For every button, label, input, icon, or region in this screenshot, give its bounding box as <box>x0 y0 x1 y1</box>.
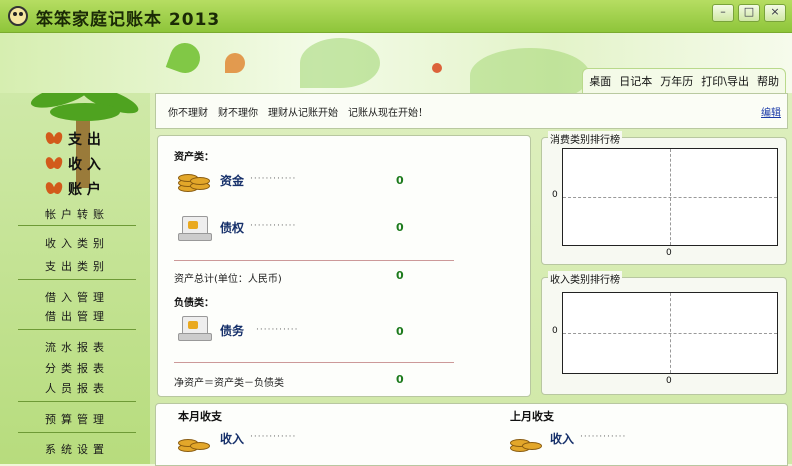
nav-divider <box>18 279 136 280</box>
nav-income[interactable]: 收 入 <box>46 154 142 174</box>
edit-link[interactable]: 编辑 <box>761 104 781 119</box>
nav-expense[interactable]: 支 出 <box>46 129 142 149</box>
monthly-summary-panel: 本月收支 收入 ············ 上月收支 收入 ···········… <box>155 403 788 466</box>
income-x-tick: 0 <box>666 376 672 386</box>
main-content: 你不理财 财不理你 理财从记账开始 记账从现在开始！ 编辑 资产类： 资金 ··… <box>155 93 788 466</box>
this-month-dots: ············ <box>250 432 297 442</box>
nav-account-transfer[interactable]: 帐户转账 <box>18 206 136 222</box>
nav-account[interactable]: 账 户 <box>46 179 142 199</box>
debts-dots: ··········· <box>256 325 299 335</box>
nav-divider <box>18 401 136 402</box>
divider-line <box>174 260 454 261</box>
window-title: 笨笨家庭记账本 2013 <box>36 10 221 30</box>
income-ranking-title: 收入类别排行榜 <box>548 271 622 286</box>
nav-member-report[interactable]: 人员报表 <box>18 380 136 396</box>
receivables-dots: ············ <box>250 221 297 231</box>
last-month-dots: ············ <box>580 432 627 442</box>
nav-divider <box>18 432 136 433</box>
maximize-button[interactable]: □ <box>738 4 760 22</box>
funds-dots: ············ <box>250 174 297 184</box>
notice-bar: 你不理财 财不理你 理财从记账开始 记账从现在开始！ 编辑 <box>155 93 788 129</box>
nav-lend-out[interactable]: 借出管理 <box>18 308 136 324</box>
nav-divider <box>18 225 136 226</box>
last-month-title: 上月收支 <box>510 410 554 423</box>
nav-income-category[interactable]: 收入类别 <box>18 235 136 251</box>
butterfly-icon <box>46 182 62 196</box>
minimize-button[interactable]: – <box>712 4 734 22</box>
income-ranking-panel: 收入类别排行榜 0 0 <box>541 271 787 395</box>
funds-value: 0 <box>396 174 404 187</box>
nav-borrow-in[interactable]: 借入管理 <box>18 289 136 305</box>
income-ranking-plot <box>562 292 778 374</box>
flower-decoration <box>432 63 442 73</box>
expense-ranking-panel: 消费类别排行榜 0 0 <box>541 131 787 265</box>
expense-ranking-plot <box>562 148 778 246</box>
close-button[interactable]: × <box>764 4 786 22</box>
coins-icon <box>510 426 542 452</box>
top-menu: 桌面 日记本 万年历 打印\导出 帮助 <box>582 68 786 94</box>
nav-settings[interactable]: 系统设置 <box>18 441 136 457</box>
panda-app-icon <box>8 6 28 26</box>
nav-expense-category[interactable]: 支出类别 <box>18 258 136 274</box>
balance-panel: 资产类： 资金 ············ 0 债权 ············ 0… <box>157 135 531 397</box>
receivables-value: 0 <box>396 221 404 234</box>
leaf-decoration <box>225 53 245 73</box>
expense-x-tick: 0 <box>666 248 672 258</box>
window-controls: – □ × <box>712 4 786 22</box>
butterfly-icon <box>46 132 62 146</box>
nav-journal-report[interactable]: 流水报表 <box>18 339 136 355</box>
assets-total-label: 资产总计(单位：人民币) <box>174 274 282 285</box>
leaf-decoration <box>300 38 380 88</box>
coins-icon <box>178 426 210 452</box>
nav-divider <box>18 329 136 330</box>
debts-value: 0 <box>396 325 404 338</box>
expense-ranking-title: 消费类别排行榜 <box>548 131 622 146</box>
leaf-decoration <box>470 48 590 93</box>
title-bar: 笨笨家庭记账本 2013 – □ × <box>0 0 792 33</box>
sidebar: 支 出 收 入 账 户 帐户转账 收入类别 支出类别 借入管理 借出管理 流水报… <box>0 93 150 464</box>
notice-text: 你不理财 财不理你 理财从记账开始 记账从现在开始！ <box>168 108 428 119</box>
liabilities-heading: 负债类： <box>174 298 214 309</box>
menu-calendar[interactable]: 万年历 <box>660 73 693 89</box>
laptop-arrow-icon <box>178 216 212 242</box>
expense-y-tick: 0 <box>552 190 558 200</box>
debts-link[interactable]: 债务 <box>220 322 244 339</box>
nav-category-report[interactable]: 分类报表 <box>18 360 136 376</box>
menu-print-export[interactable]: 打印\导出 <box>701 73 749 89</box>
coins-icon <box>178 166 210 192</box>
income-y-tick: 0 <box>552 326 558 336</box>
funds-link[interactable]: 资金 <box>220 172 244 189</box>
net-assets-label: 净资产＝资产类－负债类 <box>174 378 284 389</box>
leaf-decoration <box>165 38 205 78</box>
receivables-link[interactable]: 债权 <box>220 219 244 236</box>
nav-budget[interactable]: 预算管理 <box>18 411 136 427</box>
last-month-income-link[interactable]: 收入 <box>550 430 574 447</box>
assets-total-value: 0 <box>396 269 404 282</box>
this-month-income-link[interactable]: 收入 <box>220 430 244 447</box>
this-month-title: 本月收支 <box>178 410 222 423</box>
butterfly-icon <box>46 157 62 171</box>
divider-line <box>174 362 454 363</box>
palm-leaf <box>50 103 120 121</box>
tree-trunk <box>76 113 90 188</box>
net-assets-value: 0 <box>396 373 404 386</box>
menu-diary[interactable]: 日记本 <box>619 73 652 89</box>
assets-heading: 资产类： <box>174 152 214 163</box>
menu-help[interactable]: 帮助 <box>757 73 779 89</box>
menu-desktop[interactable]: 桌面 <box>589 73 611 89</box>
laptop-arrow-icon <box>178 316 212 342</box>
